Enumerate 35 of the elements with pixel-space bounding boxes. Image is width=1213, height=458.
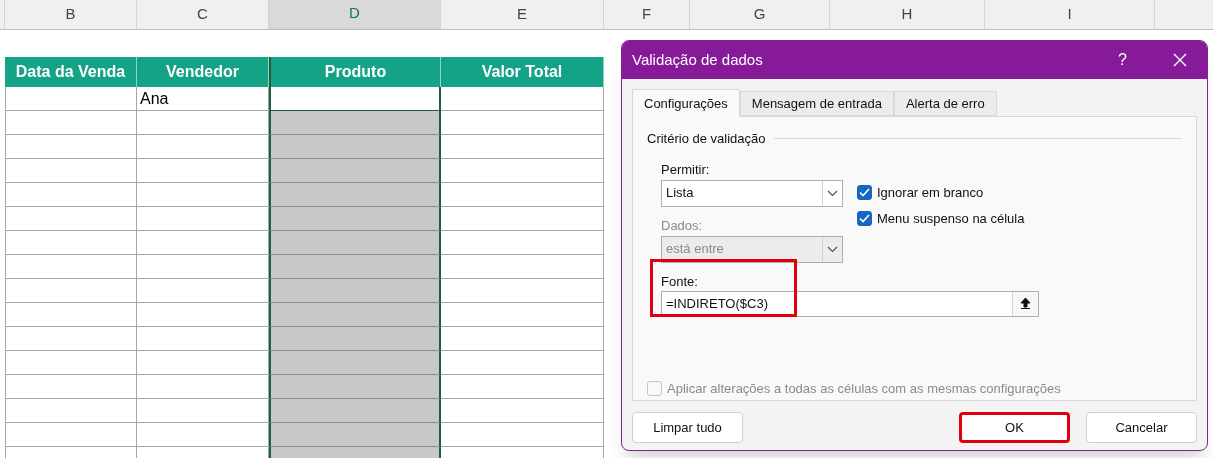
- checkbox[interactable]: [857, 184, 872, 200]
- column-header[interactable]: F: [604, 0, 690, 29]
- upload-arrow-icon: [1020, 297, 1031, 310]
- dropdown[interactable]: Lista: [661, 179, 843, 207]
- dialog-button[interactable]: Cancelar: [1086, 412, 1197, 443]
- checkbox[interactable]: [857, 211, 872, 227]
- column-header[interactable]: B: [5, 0, 137, 29]
- collapse-button[interactable]: [1012, 291, 1038, 316]
- column-header[interactable]: E: [441, 0, 604, 29]
- table-header-cell: Produto: [269, 57, 441, 87]
- window-title: Validação de dados: [632, 49, 764, 70]
- tab[interactable]: Mensagem de entrada: [739, 91, 894, 116]
- checkbox-label[interactable]: Ignorar em branco: [877, 182, 984, 202]
- section-title: Critério de validação: [647, 130, 766, 148]
- chevron-down-icon: [827, 189, 838, 197]
- column-header[interactable]: I: [985, 0, 1155, 29]
- field-label: Fonte:: [661, 272, 699, 289]
- dialog-button[interactable]: Limpar tudo: [632, 412, 743, 443]
- table-header-cell: Vendedor: [137, 57, 269, 87]
- field-label: Permitir:: [661, 160, 711, 177]
- help-button[interactable]: ?: [1118, 48, 1127, 72]
- tab[interactable]: Configurações: [632, 89, 740, 117]
- tab[interactable]: Alerta de erro: [893, 91, 997, 116]
- table-header-cell: Valor Total: [441, 57, 604, 87]
- dialog-button[interactable]: OK: [959, 412, 1070, 443]
- table-header-cell: Data da Venda: [5, 57, 137, 87]
- field-label: Dados:: [661, 216, 704, 233]
- input-field[interactable]: =INDIRETO($C3): [661, 290, 1039, 317]
- chevron-down-icon: [827, 245, 838, 253]
- checkbox-label[interactable]: Menu suspenso na célula: [877, 209, 1025, 229]
- column-header[interactable]: D: [269, 0, 441, 29]
- close-icon[interactable]: [1173, 53, 1187, 67]
- column-header[interactable]: G: [690, 0, 830, 29]
- column-header[interactable]: H: [830, 0, 985, 29]
- checkbox-label: Aplicar alterações a todas as células com as mesmas configurações: [667, 379, 1061, 398]
